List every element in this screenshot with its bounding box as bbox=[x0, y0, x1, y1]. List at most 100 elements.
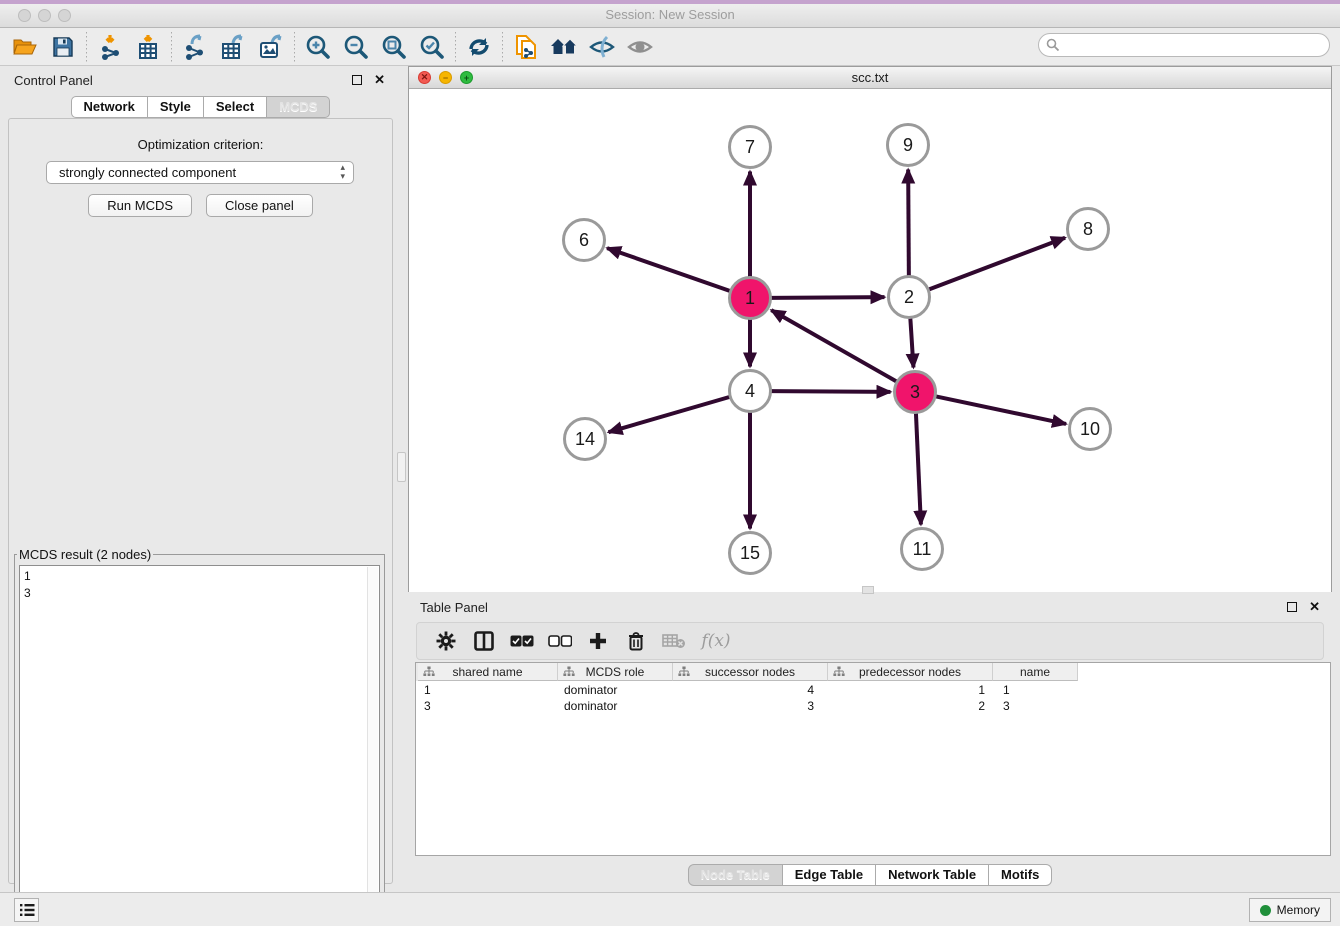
mcds-result-line: 1 bbox=[24, 568, 379, 585]
mcds-result-title: MCDS result (2 nodes) bbox=[17, 547, 153, 562]
network-canvas[interactable]: 7 9 6 8 1 2 4 3 14 10 15 11 bbox=[409, 89, 1331, 592]
tab-select[interactable]: Select bbox=[204, 96, 267, 118]
node-4[interactable]: 4 bbox=[730, 371, 771, 412]
edge-3-11[interactable] bbox=[916, 413, 921, 524]
tab-mcds[interactable]: MCDS bbox=[267, 96, 330, 118]
deselect-all-rows-button[interactable] bbox=[541, 625, 579, 657]
delete-column-button[interactable] bbox=[617, 625, 655, 657]
node-9[interactable]: 9 bbox=[888, 125, 929, 166]
search-field[interactable] bbox=[1038, 33, 1330, 57]
zoom-in-icon bbox=[305, 34, 331, 60]
run-mcds-button[interactable]: Run MCDS bbox=[88, 194, 192, 217]
trash-icon bbox=[627, 631, 645, 651]
hide-details-button[interactable] bbox=[583, 31, 621, 63]
import-table-button[interactable] bbox=[129, 31, 167, 63]
column-header-label: predecessor nodes bbox=[828, 665, 992, 679]
table-cell[interactable]: 1 bbox=[828, 682, 993, 698]
hierarchy-icon bbox=[563, 666, 575, 677]
node-8[interactable]: 8 bbox=[1068, 209, 1109, 250]
table-toolbar: f(x) bbox=[416, 622, 1324, 660]
show-details-button[interactable] bbox=[621, 31, 659, 63]
export-network-icon bbox=[182, 34, 208, 60]
table-tab-network-table[interactable]: Network Table bbox=[876, 864, 989, 886]
table-tab-edge-table[interactable]: Edge Table bbox=[783, 864, 876, 886]
copy-network-button[interactable] bbox=[507, 31, 545, 63]
window-title: Session: New Session bbox=[0, 7, 1340, 22]
float-panel-icon[interactable] bbox=[352, 75, 362, 85]
zoom-selected-button[interactable] bbox=[413, 31, 451, 63]
close-panel-icon[interactable]: ✕ bbox=[374, 72, 385, 88]
edge-3-10[interactable] bbox=[936, 396, 1066, 423]
edge-4-14[interactable] bbox=[609, 397, 730, 432]
column-header-name[interactable]: name bbox=[993, 663, 1078, 681]
float-panel-icon[interactable] bbox=[1287, 602, 1297, 612]
table-tab-motifs[interactable]: Motifs bbox=[989, 864, 1052, 886]
node-2[interactable]: 2 bbox=[889, 277, 930, 318]
table-cell[interactable]: 3 bbox=[418, 698, 558, 714]
export-table-button[interactable] bbox=[214, 31, 252, 63]
task-history-button[interactable] bbox=[14, 898, 39, 922]
node-15[interactable]: 15 bbox=[730, 533, 771, 574]
column-header-successor-nodes[interactable]: successor nodes bbox=[673, 663, 828, 681]
edge-2-9[interactable] bbox=[908, 169, 909, 275]
tab-style[interactable]: Style bbox=[148, 96, 204, 118]
table-tab-node-table[interactable]: Node Table bbox=[688, 864, 783, 886]
table-settings-button[interactable] bbox=[427, 625, 465, 657]
show-column-button[interactable] bbox=[465, 625, 503, 657]
import-network-button[interactable] bbox=[91, 31, 129, 63]
table-cell[interactable]: 3 bbox=[993, 698, 1078, 714]
table-cell[interactable]: 3 bbox=[673, 698, 828, 714]
list-icon bbox=[19, 903, 35, 917]
mcds-result-list: 13 bbox=[19, 565, 380, 917]
zoom-out-button[interactable] bbox=[337, 31, 375, 63]
column-header-predecessor-nodes[interactable]: predecessor nodes bbox=[828, 663, 993, 681]
table-cell[interactable]: 1 bbox=[418, 682, 558, 698]
horizontal-splitter-handle[interactable] bbox=[862, 586, 874, 594]
table-cell[interactable]: 1 bbox=[993, 682, 1078, 698]
create-column-button[interactable] bbox=[579, 625, 617, 657]
mcds-tab-content: Optimization criterion: strongly connect… bbox=[8, 118, 393, 884]
close-panel-icon[interactable]: ✕ bbox=[1309, 599, 1320, 615]
zoom-fit-button[interactable] bbox=[375, 31, 413, 63]
network-graph: 7 9 6 8 1 2 4 3 14 10 15 11 bbox=[409, 89, 1331, 592]
refresh-layout-button[interactable] bbox=[460, 31, 498, 63]
close-panel-button[interactable]: Close panel bbox=[206, 194, 313, 217]
vertical-splitter-handle[interactable] bbox=[397, 452, 406, 482]
tab-network[interactable]: Network bbox=[71, 96, 148, 118]
node-14[interactable]: 14 bbox=[565, 419, 606, 460]
node-10[interactable]: 10 bbox=[1070, 409, 1111, 450]
table-cell[interactable]: 2 bbox=[828, 698, 993, 714]
select-all-rows-button[interactable] bbox=[503, 625, 541, 657]
column-header-mcds-role[interactable]: MCDS role bbox=[558, 663, 673, 681]
columns-icon bbox=[474, 631, 494, 651]
edge-4-3[interactable] bbox=[771, 391, 890, 392]
search-input[interactable] bbox=[1064, 36, 1329, 54]
table-cell[interactable]: dominator bbox=[558, 682, 673, 698]
node-6[interactable]: 6 bbox=[564, 220, 605, 261]
table-tabs: Node TableEdge TableNetwork TableMotifs bbox=[408, 864, 1332, 886]
table-cell[interactable]: dominator bbox=[558, 698, 673, 714]
export-image-button[interactable] bbox=[252, 31, 290, 63]
table-row[interactable]: 3dominator323 bbox=[418, 698, 1078, 714]
edge-1-2[interactable] bbox=[771, 297, 884, 298]
edge-2-3[interactable] bbox=[910, 318, 913, 367]
result-scrollbar[interactable] bbox=[367, 567, 378, 917]
table-row[interactable]: 1dominator411 bbox=[418, 682, 1078, 698]
memory-button[interactable]: Memory bbox=[1249, 898, 1331, 922]
open-session-button[interactable] bbox=[6, 31, 44, 63]
edge-3-1[interactable] bbox=[771, 310, 896, 381]
export-network-button[interactable] bbox=[176, 31, 214, 63]
save-session-button[interactable] bbox=[44, 31, 82, 63]
edge-2-8[interactable] bbox=[929, 238, 1065, 290]
column-header-shared-name[interactable]: shared name bbox=[418, 663, 558, 681]
node-7[interactable]: 7 bbox=[730, 127, 771, 168]
node-11[interactable]: 11 bbox=[902, 529, 943, 570]
criterion-select[interactable]: strongly connected component ▴▾ bbox=[46, 161, 354, 184]
table-cell[interactable]: 4 bbox=[673, 682, 828, 698]
home-networks-button[interactable] bbox=[545, 31, 583, 63]
zoom-in-button[interactable] bbox=[299, 31, 337, 63]
node-1[interactable]: 1 bbox=[730, 278, 771, 319]
node-3[interactable]: 3 bbox=[895, 372, 936, 413]
table-panel-title: Table Panel bbox=[408, 600, 1287, 615]
edge-1-6[interactable] bbox=[607, 248, 730, 291]
